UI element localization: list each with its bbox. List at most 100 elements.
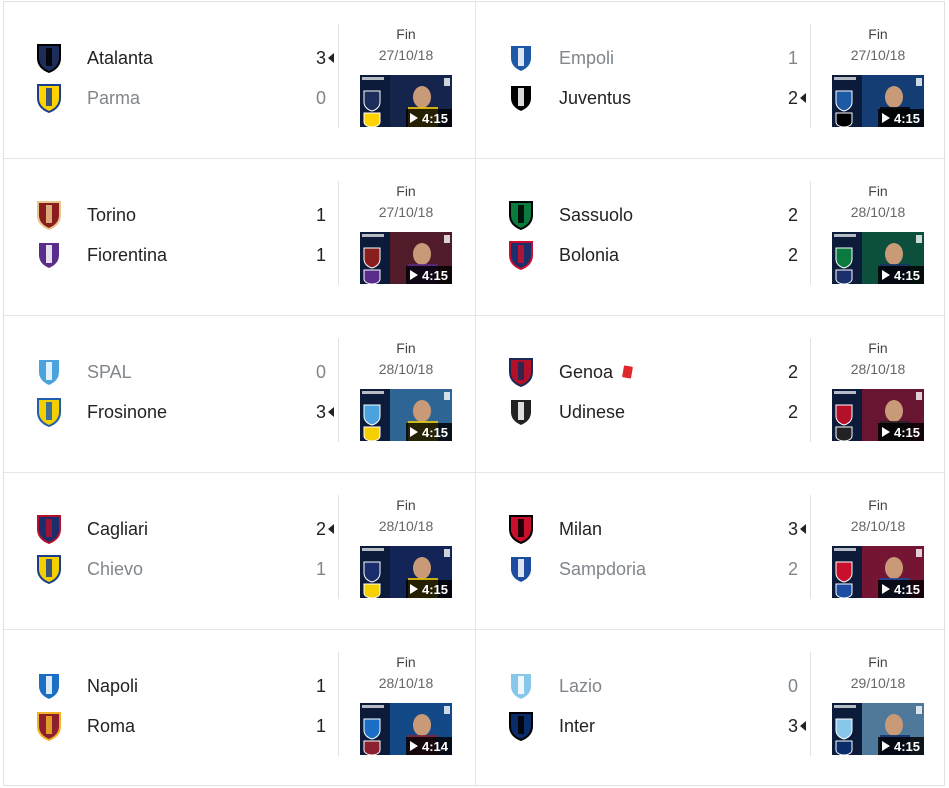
away-team-name: Parma <box>87 87 141 108</box>
match-card[interactable]: Lazio 0 Inter 3 Fin 29/10/18 4:15 <box>475 630 946 787</box>
away-team-name: Sampdoria <box>559 558 647 579</box>
match-card[interactable]: SPAL 0 Frosinone 3 Fin 28/10/18 4:15 <box>4 316 475 473</box>
away-team-row: Roma 1 <box>34 706 334 746</box>
video-duration-badge: 4:15 <box>877 737 924 755</box>
match-card[interactable]: Atalanta 3 Parma 0 Fin 27/10/18 4:15 <box>4 2 475 159</box>
atalanta-crest-icon <box>34 43 64 73</box>
highlights-video-thumbnail[interactable]: 4:15 <box>360 75 452 127</box>
winner-indicator-icon <box>328 407 334 417</box>
home-score: 2 <box>315 518 326 539</box>
away-score: 0 <box>315 87 326 108</box>
match-status: Fin <box>396 497 416 513</box>
highlights-video-thumbnail[interactable]: 4:15 <box>360 546 452 598</box>
match-date: 28/10/18 <box>378 675 434 691</box>
empoli-crest-icon <box>506 43 536 73</box>
away-team-row: Bolonia 2 <box>506 235 806 275</box>
home-score: 1 <box>315 675 326 696</box>
away-team-row: Chievo 1 <box>34 549 334 589</box>
match-results-grid: Atalanta 3 Parma 0 Fin 27/10/18 4:15 Emp… <box>3 1 946 787</box>
video-duration-badge: 4:15 <box>877 266 924 284</box>
home-team-name: Napoli <box>87 675 139 696</box>
match-date: 28/10/18 <box>850 204 906 220</box>
play-icon <box>409 270 418 280</box>
match-status: Fin <box>868 183 888 199</box>
match-date: 27/10/18 <box>378 204 434 220</box>
play-icon <box>409 427 418 437</box>
match-card[interactable]: Sassuolo 2 Bolonia 2 Fin 28/10/18 4:15 <box>475 159 946 316</box>
highlights-video-thumbnail[interactable]: 4:15 <box>832 703 924 755</box>
away-team-name: Juventus <box>559 87 632 108</box>
divider <box>338 338 339 442</box>
match-date: 27/10/18 <box>378 47 434 63</box>
highlights-video-thumbnail[interactable]: 4:14 <box>360 703 452 755</box>
lazio-crest-icon <box>506 671 536 701</box>
red-card-icon <box>622 365 634 379</box>
video-duration: 4:14 <box>421 738 448 754</box>
away-score: 1 <box>315 244 326 265</box>
match-card[interactable]: Napoli 1 Roma 1 Fin 28/10/18 4:14 <box>4 630 475 787</box>
highlights-video-thumbnail[interactable]: 4:15 <box>832 389 924 441</box>
away-team-name: Bolonia <box>559 244 620 265</box>
video-duration: 4:15 <box>421 110 448 126</box>
home-team-row: SPAL 0 <box>34 352 334 392</box>
match-status: Fin <box>396 183 416 199</box>
away-score: 2 <box>787 401 798 422</box>
match-status: Fin <box>396 654 416 670</box>
home-team-name: Atalanta <box>87 47 154 68</box>
home-team-name: SPAL <box>87 361 132 382</box>
match-card[interactable]: Torino 1 Fiorentina 1 Fin 27/10/18 4:15 <box>4 159 475 316</box>
match-card[interactable]: Milan 3 Sampdoria 2 Fin 28/10/18 4:15 <box>475 473 946 630</box>
divider <box>810 495 811 599</box>
away-team-name: Udinese <box>559 401 626 422</box>
video-duration-badge: 4:15 <box>405 109 452 127</box>
play-icon <box>881 270 890 280</box>
video-duration: 4:15 <box>893 424 920 440</box>
video-duration: 4:15 <box>893 110 920 126</box>
away-team-row: Parma 0 <box>34 78 334 118</box>
video-duration-badge: 4:15 <box>877 109 924 127</box>
match-date: 28/10/18 <box>378 361 434 377</box>
home-team-row: Cagliari 2 <box>34 509 334 549</box>
match-date: 28/10/18 <box>850 361 906 377</box>
match-status: Fin <box>868 497 888 513</box>
play-icon <box>409 741 418 751</box>
play-icon <box>881 113 890 123</box>
away-team-row: Fiorentina 1 <box>34 235 334 275</box>
home-team-row: Atalanta 3 <box>34 38 334 78</box>
highlights-video-thumbnail[interactable]: 4:15 <box>360 232 452 284</box>
video-duration: 4:15 <box>421 581 448 597</box>
home-score: 2 <box>787 204 798 225</box>
match-card[interactable]: Empoli 1 Juventus 2 Fin 27/10/18 4:15 <box>475 2 946 159</box>
away-score: 1 <box>315 558 326 579</box>
video-duration-badge: 4:15 <box>405 580 452 598</box>
home-team-row: Napoli 1 <box>34 666 334 706</box>
highlights-video-thumbnail[interactable]: 4:15 <box>832 546 924 598</box>
video-duration: 4:15 <box>421 267 448 283</box>
highlights-video-thumbnail[interactable]: 4:15 <box>832 232 924 284</box>
chievo-crest-icon <box>34 554 64 584</box>
away-team-row: Frosinone 3 <box>34 392 334 432</box>
home-team-row: Genoa 2 <box>506 352 806 392</box>
highlights-video-thumbnail[interactable]: 4:15 <box>832 75 924 127</box>
home-team-name: Sassuolo <box>559 204 634 225</box>
winner-indicator-icon <box>328 53 334 63</box>
match-card[interactable]: Genoa 2 Udinese 2 Fin 28/10/18 4:15 <box>475 316 946 473</box>
away-team-row: Udinese 2 <box>506 392 806 432</box>
home-team-name: Milan <box>559 518 603 539</box>
divider <box>810 338 811 442</box>
video-duration-badge: 4:14 <box>405 737 452 755</box>
home-team-name: Genoa <box>559 362 634 383</box>
video-duration: 4:15 <box>893 738 920 754</box>
away-score: 1 <box>315 715 326 736</box>
video-duration: 4:15 <box>893 267 920 283</box>
napoli-crest-icon <box>34 671 64 701</box>
home-team-row: Sassuolo 2 <box>506 195 806 235</box>
match-date: 28/10/18 <box>378 518 434 534</box>
home-score: 1 <box>787 47 798 68</box>
home-team-row: Lazio 0 <box>506 666 806 706</box>
match-card[interactable]: Cagliari 2 Chievo 1 Fin 28/10/18 4:15 <box>4 473 475 630</box>
udinese-crest-icon <box>506 397 536 427</box>
video-duration-badge: 4:15 <box>877 580 924 598</box>
away-team-row: Sampdoria 2 <box>506 549 806 589</box>
highlights-video-thumbnail[interactable]: 4:15 <box>360 389 452 441</box>
